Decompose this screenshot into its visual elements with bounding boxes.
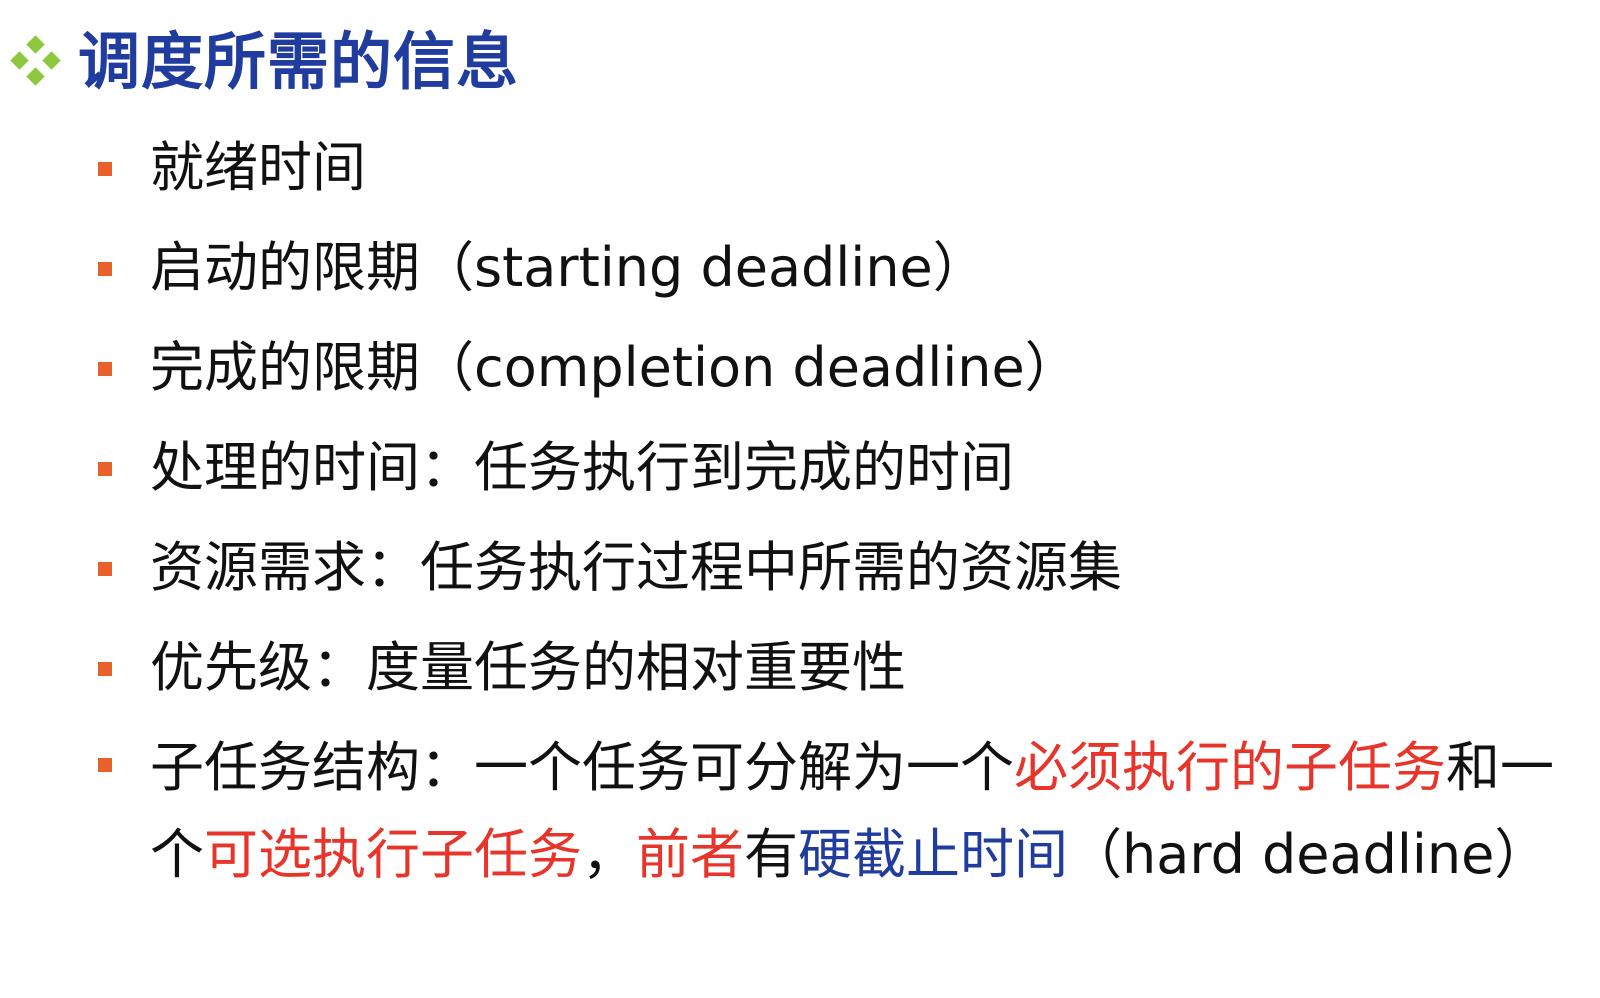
- square-bullet-icon: [98, 462, 112, 476]
- bullet-processing-time: 处理的时间：任务执行到完成的时间: [96, 418, 1566, 518]
- square-bullet-icon: [98, 662, 112, 676]
- bullet-text: 资源需求：任务执行过程中所需的资源集: [150, 536, 1122, 599]
- bullet-text: 优先级：度量任务的相对重要性: [150, 636, 906, 699]
- four-diamond-icon: [8, 34, 64, 90]
- highlight-hard-deadline: 硬截止时间: [798, 823, 1068, 886]
- square-bullet-icon: [98, 162, 112, 176]
- bullet-text-segment: 有: [744, 823, 798, 886]
- bullet-text: 就绪时间: [150, 136, 366, 199]
- square-bullet-icon: [98, 262, 112, 276]
- bullet-text: 启动的限期（starting deadline）: [150, 236, 987, 299]
- bullet-completion-deadline: 完成的限期（completion deadline）: [96, 318, 1566, 418]
- slide-title: 调度所需的信息: [78, 25, 520, 98]
- bullet-text-segment: ，: [582, 823, 636, 886]
- bullet-text: 完成的限期（completion deadline）: [150, 336, 1079, 399]
- square-bullet-icon: [98, 362, 112, 376]
- bullet-text-segment: 子任务结构：一个任务可分解为一个: [150, 736, 1014, 799]
- bullet-resource-requirements: 资源需求：任务执行过程中所需的资源集: [96, 518, 1566, 618]
- title-row: 调度所需的信息: [8, 22, 519, 102]
- bullet-list: 就绪时间 启动的限期（starting deadline） 完成的限期（comp…: [96, 118, 1566, 898]
- square-bullet-icon: [98, 562, 112, 576]
- bullet-subtask-structure: 子任务结构：一个任务可分解为一个必须执行的子任务和一个可选执行子任务，前者有硬截…: [96, 718, 1566, 898]
- square-bullet-icon: [98, 758, 112, 772]
- highlight-former: 前者: [636, 823, 744, 886]
- highlight-optional-subtask: 可选执行子任务: [204, 823, 582, 886]
- bullet-text: 处理的时间：任务执行到完成的时间: [150, 436, 1014, 499]
- bullet-ready-time: 就绪时间: [96, 118, 1566, 218]
- bullet-text-segment: （hard deadline）: [1068, 823, 1549, 886]
- bullet-priority: 优先级：度量任务的相对重要性: [96, 618, 1566, 718]
- highlight-mandatory-subtask: 必须执行的子任务: [1014, 736, 1446, 799]
- bullet-starting-deadline: 启动的限期（starting deadline）: [96, 218, 1566, 318]
- slide: 调度所需的信息 就绪时间 启动的限期（starting deadline） 完成…: [0, 0, 1600, 998]
